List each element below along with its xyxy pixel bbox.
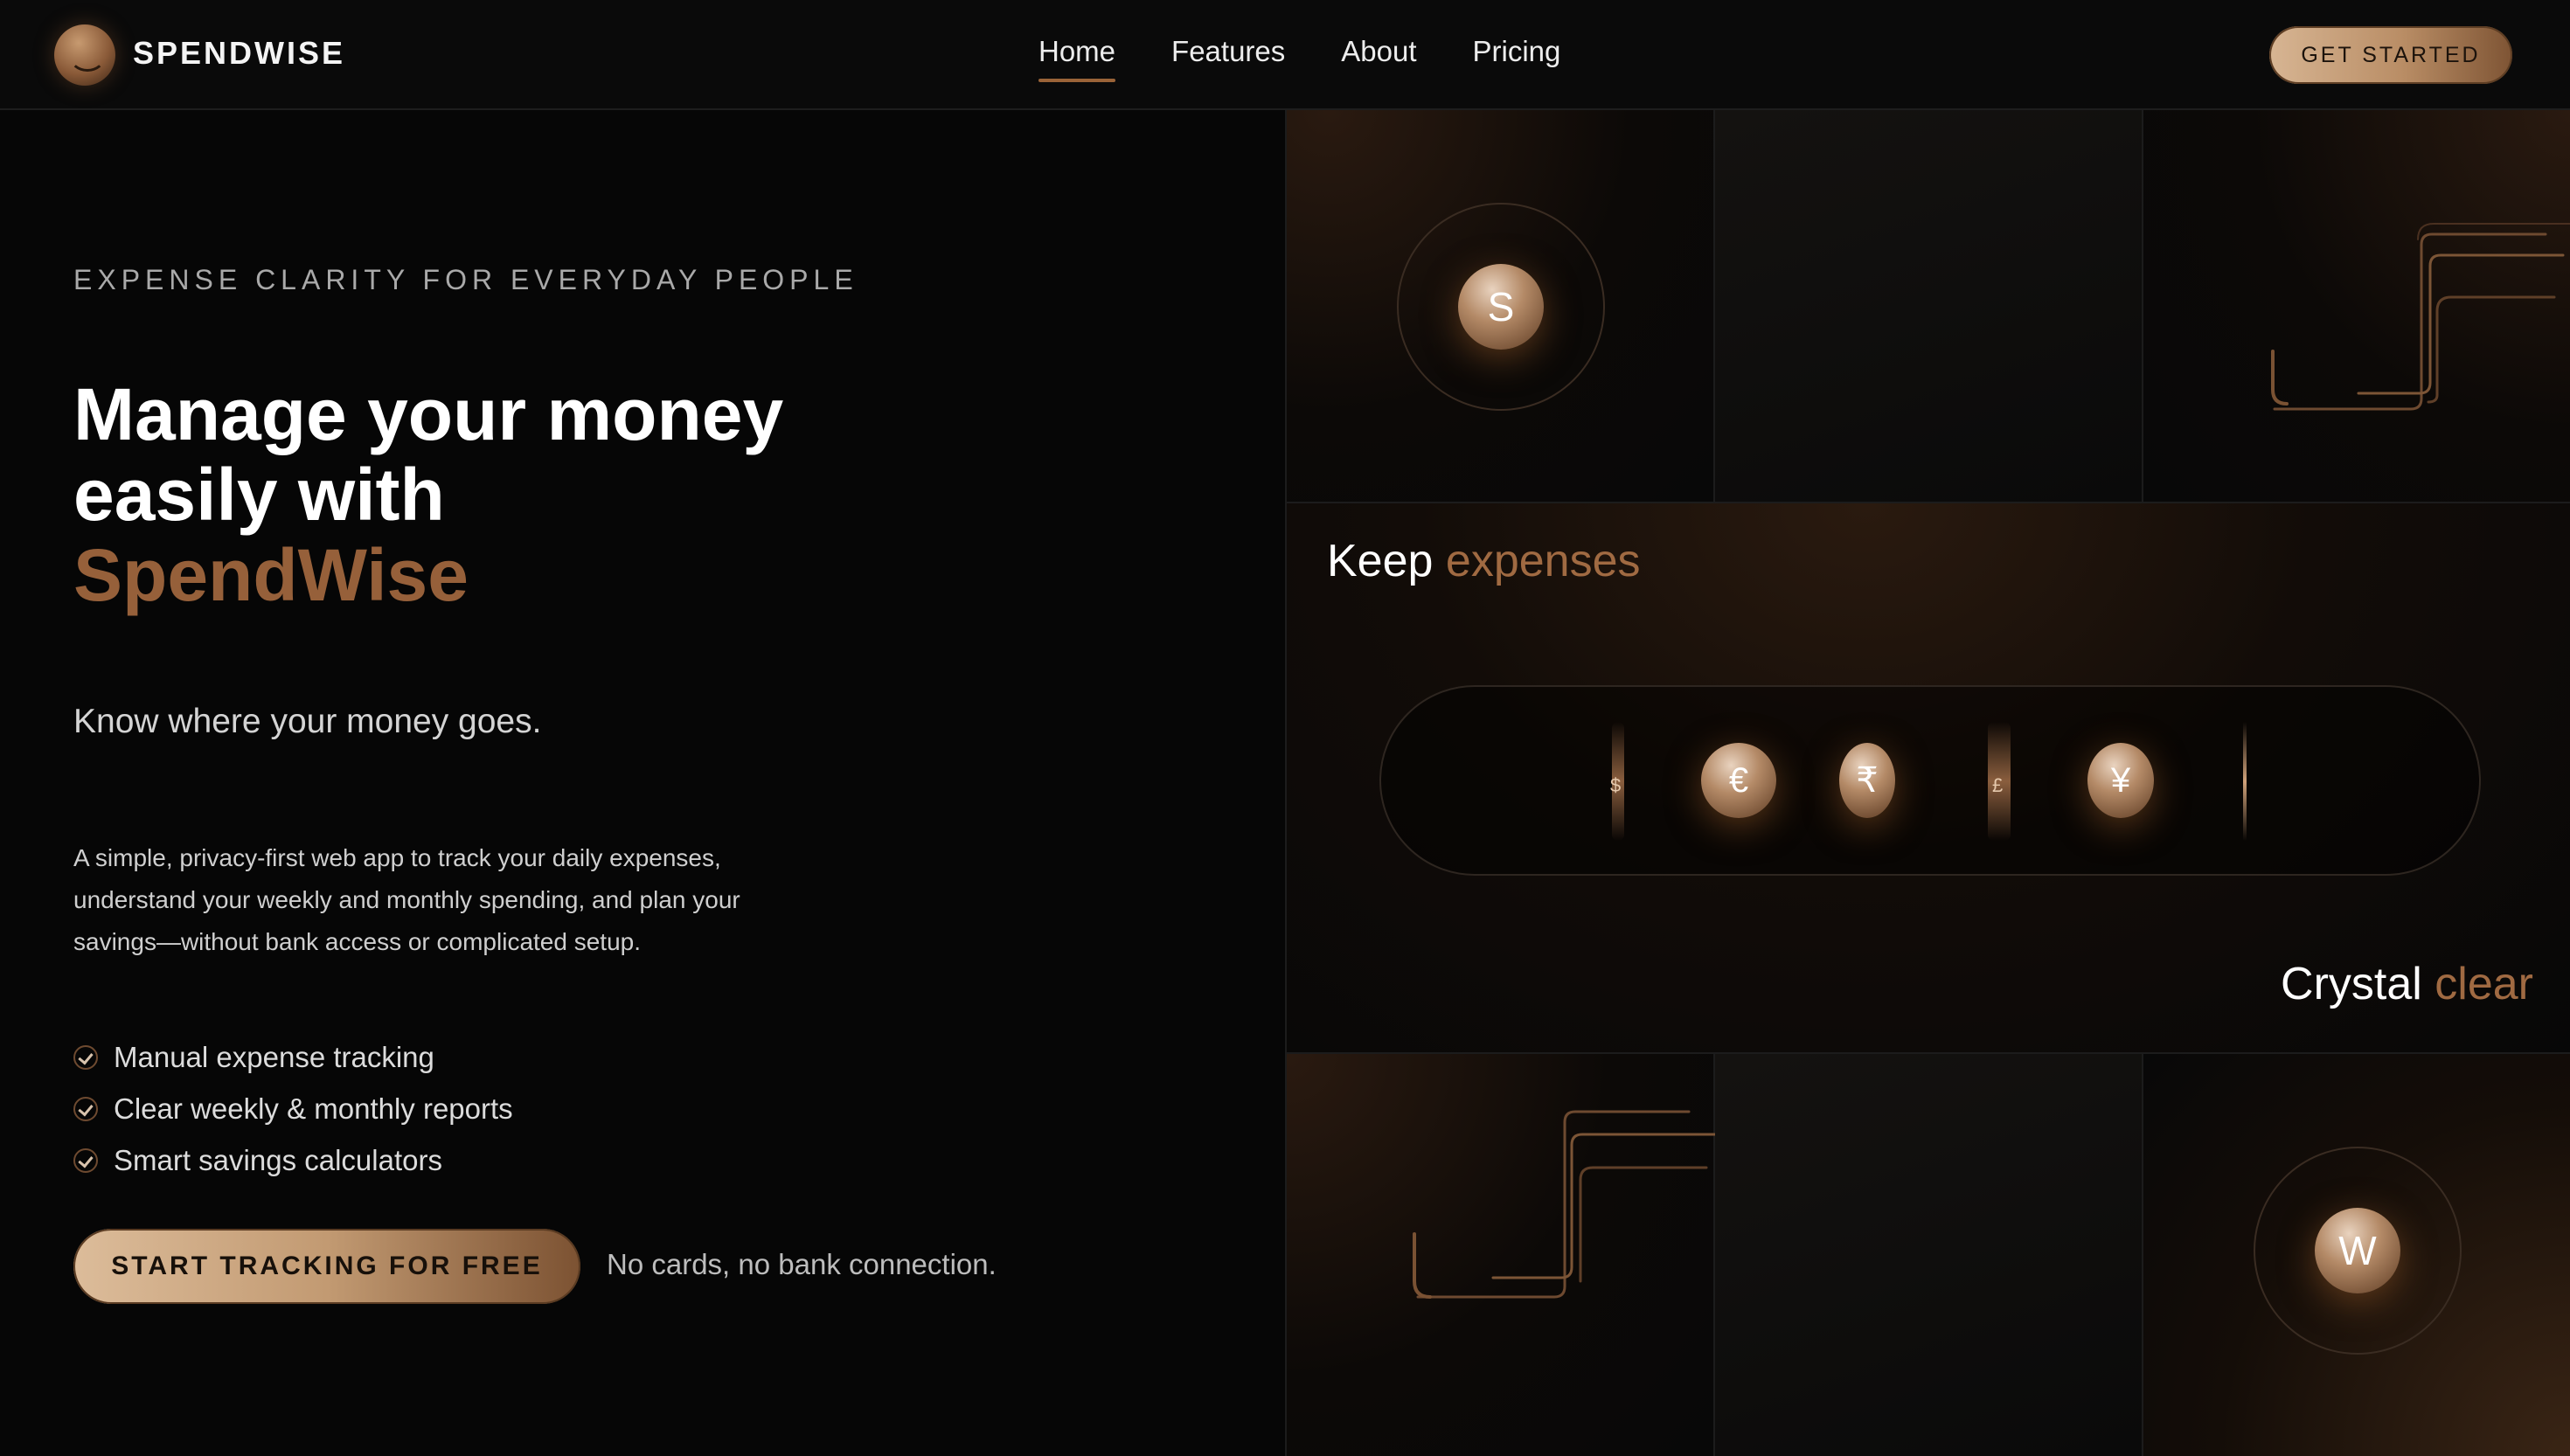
currency-track: $ € ₹ £ ¥	[1379, 685, 2481, 876]
band-title-2-accent: clear	[2435, 959, 2533, 1009]
band-title-plain: Keep	[1327, 536, 1434, 586]
cta-note: No cards, no bank connection.	[607, 1248, 997, 1280]
coin-yen-icon: ¥	[2087, 743, 2154, 818]
tile-bottom-right: W	[2143, 1054, 2570, 1456]
tile-top-middle	[1715, 110, 2143, 503]
feature-item: Smart savings calculators	[73, 1134, 513, 1186]
coin-edge-glyph: £	[1992, 774, 2004, 796]
hero-headline: Manage your money easily with SpendWise	[73, 374, 783, 615]
coin-rupee-icon: ₹	[1839, 743, 1895, 818]
coin-s-icon: S	[1458, 264, 1544, 350]
band-title-2: Crystal clear	[2281, 958, 2533, 1010]
tile-bottom-left	[1287, 1054, 1715, 1456]
headline-line-2: easily with	[73, 454, 445, 536]
hero-subhead: Know where your money goes.	[73, 703, 542, 740]
coin-w-icon: W	[2315, 1208, 2400, 1293]
flow-lines-icon	[1413, 1110, 1715, 1299]
hero-section: EXPENSE CLARITY FOR EVERYDAY PEOPLE Mana…	[0, 110, 1285, 1456]
top-nav: SPENDWISE Home Features About Pricing GE…	[0, 0, 2570, 110]
expenses-band: Keep expenses $ € ₹ £ ¥ Crystal clear	[1287, 503, 2570, 1054]
check-icon	[73, 1096, 98, 1121]
check-icon	[73, 1044, 98, 1070]
nav-link-features[interactable]: Features	[1171, 35, 1285, 68]
feature-label: Clear weekly & monthly reports	[114, 1092, 513, 1125]
hero-description: A simple, privacy-first web app to track…	[73, 844, 740, 955]
flow-lines-icon	[2271, 223, 2570, 411]
coin-edge-glyph: $	[1610, 774, 1622, 796]
band-title-2-plain: Crystal	[2281, 959, 2422, 1009]
get-started-button[interactable]: GET STARTED	[2269, 26, 2512, 84]
brand-name[interactable]: SPENDWISE	[133, 35, 345, 72]
page: SPENDWISE Home Features About Pricing GE…	[0, 0, 2570, 1456]
tile-top-right	[2143, 110, 2570, 503]
logo-icon[interactable]	[54, 24, 115, 86]
feature-list: Manual expense tracking Clear weekly & m…	[73, 1031, 513, 1186]
coin-euro-icon: €	[1701, 743, 1776, 818]
feature-item: Manual expense tracking	[73, 1031, 513, 1083]
tile-top-left: S	[1287, 110, 1715, 503]
check-icon	[73, 1147, 98, 1173]
nav-link-about[interactable]: About	[1341, 35, 1416, 68]
headline-accent: SpendWise	[73, 534, 469, 616]
band-title: Keep expenses	[1327, 535, 1641, 587]
visual-grid: S Keep expenses $ € ₹ £ ¥ Crystal clear …	[1285, 110, 2570, 1456]
start-tracking-button[interactable]: START TRACKING FOR FREE	[73, 1229, 580, 1304]
nav-link-pricing[interactable]: Pricing	[1473, 35, 1561, 68]
feature-item: Clear weekly & monthly reports	[73, 1083, 513, 1134]
feature-label: Smart savings calculators	[114, 1143, 442, 1176]
feature-label: Manual expense tracking	[114, 1040, 434, 1073]
band-title-accent: expenses	[1445, 536, 1641, 586]
headline-line-1: Manage your money	[73, 373, 784, 455]
tile-bottom-middle	[1715, 1054, 2143, 1456]
coin-edge	[2243, 722, 2247, 841]
logo-smile	[69, 40, 106, 72]
nav-link-home[interactable]: Home	[1038, 35, 1116, 82]
nav-links: Home Features About Pricing	[1038, 35, 1561, 82]
hero-eyebrow: EXPENSE CLARITY FOR EVERYDAY PEOPLE	[73, 264, 858, 295]
